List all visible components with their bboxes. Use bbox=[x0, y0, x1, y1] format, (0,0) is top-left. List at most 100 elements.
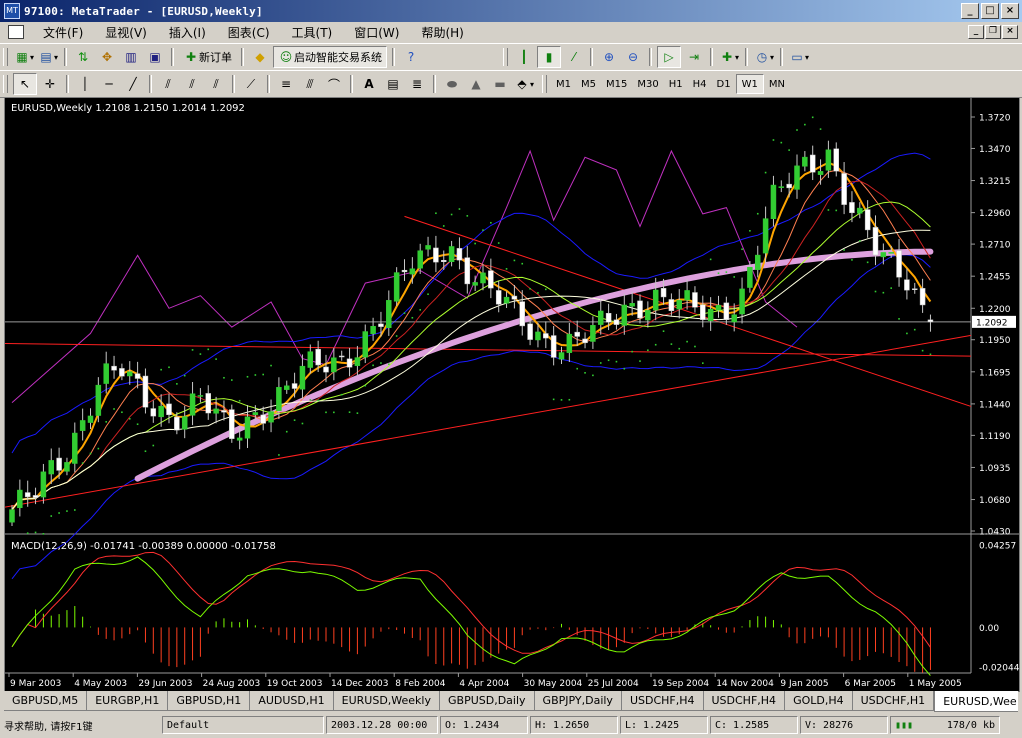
candle-body bbox=[464, 257, 471, 285]
toolbar-grip[interactable] bbox=[3, 75, 8, 93]
chart-tab[interactable]: GBPUSD,Daily bbox=[440, 691, 535, 711]
equidistant-channel-button[interactable]: ⫽ bbox=[157, 74, 179, 94]
arrows-button[interactable]: ⬘ ▾ bbox=[513, 74, 535, 94]
candle-body bbox=[495, 290, 502, 305]
new-order-button[interactable]: ✚ 新订单 bbox=[179, 47, 236, 67]
timeframe-h4[interactable]: H4 bbox=[688, 75, 712, 93]
timeframe-mn[interactable]: MN bbox=[764, 75, 790, 93]
psar-dot bbox=[521, 262, 524, 265]
toolbar-grip[interactable] bbox=[3, 48, 8, 66]
menu-file[interactable]: 文件(F) bbox=[32, 24, 94, 41]
navigator-button[interactable]: ✥ bbox=[96, 47, 118, 67]
document-icon[interactable] bbox=[8, 25, 24, 39]
templates-button[interactable]: ▭ ▾ bbox=[788, 47, 810, 67]
price-chart[interactable]: 1.3720 1.3470 1.3215 1.2960 1.2710 1.2455 1.22… bbox=[5, 98, 1019, 691]
candle-body bbox=[809, 154, 816, 173]
menu-chart[interactable]: 图表(C) bbox=[217, 24, 281, 41]
text-button[interactable]: A bbox=[358, 74, 380, 94]
psar-dot bbox=[686, 340, 688, 343]
toolbar-grip[interactable] bbox=[542, 75, 547, 93]
cursor-button[interactable]: ↖ bbox=[13, 73, 37, 95]
horizontal-line-button[interactable]: ─ bbox=[98, 74, 120, 94]
menu-tools[interactable]: 工具(T) bbox=[281, 24, 344, 41]
chart-tab[interactable]: GBPJPY,Daily bbox=[534, 691, 622, 711]
chart-window[interactable]: 1.3720 1.3470 1.3215 1.2960 1.2710 1.2455 1.22… bbox=[4, 97, 1020, 692]
mdi-minimize-button[interactable]: _ bbox=[968, 25, 984, 39]
chart-shift-button[interactable]: ⇥ bbox=[683, 47, 705, 67]
timeframe-m30[interactable]: M30 bbox=[632, 75, 663, 93]
metaeditor-button[interactable]: ◆ bbox=[249, 47, 271, 67]
psar-dot bbox=[66, 510, 68, 512]
line-chart-button[interactable]: ⁄ bbox=[563, 47, 585, 67]
crosshair-button[interactable]: ✛ bbox=[39, 74, 61, 94]
help-button[interactable]: ? bbox=[400, 47, 422, 67]
candle-body bbox=[64, 462, 70, 472]
timeframe-m5[interactable]: M5 bbox=[576, 75, 601, 93]
chart-header: EURUSD,Weekly 1.2108 1.2150 1.2014 1.209… bbox=[11, 103, 245, 114]
new-chart-button[interactable]: ▦ ▾ bbox=[13, 47, 35, 67]
chart-tab[interactable]: AUDUSD,H1 bbox=[250, 691, 334, 711]
chart-tab[interactable]: EURGBP,H1 bbox=[87, 691, 169, 711]
window-controls: _ □ × bbox=[961, 3, 1019, 19]
menu-help[interactable]: 帮助(H) bbox=[410, 24, 474, 41]
fibo-fan-button[interactable]: ⫻ bbox=[299, 74, 321, 94]
chart-tab[interactable]: EURUSD,Weekly bbox=[333, 691, 440, 711]
auto-scroll-button[interactable]: ▷ bbox=[657, 46, 681, 68]
chart-tab[interactable]: USDCHF,H4 bbox=[703, 691, 786, 711]
minimize-button[interactable]: _ bbox=[961, 3, 979, 19]
close-button[interactable]: × bbox=[1001, 3, 1019, 19]
navigator-icon: ✥ bbox=[101, 50, 113, 64]
profiles-button[interactable]: ▤ ▾ bbox=[37, 47, 59, 67]
stddev-channel-button[interactable]: ⫽ bbox=[181, 74, 203, 94]
status-high: H: 1.2650 bbox=[530, 716, 618, 734]
text-label-button[interactable]: ▤ bbox=[382, 74, 404, 94]
bar-chart-button[interactable]: ┃ bbox=[513, 47, 535, 67]
timeframe-m15[interactable]: M15 bbox=[601, 75, 632, 93]
trendline-button[interactable]: ╱ bbox=[122, 74, 144, 94]
data-window-button[interactable]: ▥ bbox=[120, 47, 142, 67]
timeframe-d1[interactable]: D1 bbox=[712, 75, 736, 93]
triangle-button[interactable]: ▲ bbox=[465, 74, 487, 94]
regression-channel-button[interactable]: ⫽ bbox=[205, 74, 227, 94]
indicators-button[interactable]: ✚ ▾ bbox=[718, 47, 740, 67]
candle-body bbox=[770, 184, 777, 220]
chart-tab[interactable]: GBPUSD,H1 bbox=[168, 691, 251, 711]
maximize-button[interactable]: □ bbox=[981, 3, 999, 19]
fibo-expansion-button[interactable]: ≣ bbox=[406, 74, 428, 94]
chart-tab[interactable]: USDCHF,H1 bbox=[852, 691, 935, 711]
toolbar-grip[interactable] bbox=[503, 48, 508, 66]
date-label: 19 Sep 2004 bbox=[652, 679, 709, 689]
zoom-in-button[interactable]: ⊕ bbox=[598, 47, 620, 67]
timeframe-m1[interactable]: M1 bbox=[551, 75, 576, 93]
ellipse-button[interactable]: ⬬ bbox=[441, 74, 463, 94]
menu-view[interactable]: 显视(V) bbox=[94, 24, 158, 41]
mdi-restore-button[interactable]: ❐ bbox=[985, 25, 1001, 39]
zoom-out-button[interactable]: ⊖ bbox=[622, 47, 644, 67]
fibo-retracement-button[interactable]: ≡ bbox=[275, 74, 297, 94]
menu-insert[interactable]: 插入(I) bbox=[158, 24, 217, 41]
candle-body bbox=[268, 411, 274, 423]
expert-advisors-button[interactable]: ☺ 启动智能交易系统 bbox=[273, 46, 387, 68]
menu-window[interactable]: 窗口(W) bbox=[343, 24, 410, 41]
vertical-line-button[interactable]: │ bbox=[74, 74, 96, 94]
chart-tab[interactable]: GOLD,H4 bbox=[785, 691, 853, 711]
chart-tab[interactable]: GBPUSD,M5 bbox=[4, 691, 88, 711]
chart-tab[interactable]: EURUSD,Wee bbox=[934, 691, 1018, 712]
candlestick-button[interactable]: ▮ bbox=[537, 46, 561, 68]
psar-dot bbox=[419, 309, 421, 311]
psar-dot bbox=[717, 272, 720, 275]
market-watch-button[interactable]: ⇅ bbox=[72, 47, 94, 67]
mdi-close-button[interactable]: × bbox=[1002, 25, 1018, 39]
periods-button[interactable]: ◷ ▾ bbox=[753, 47, 775, 67]
terminal-button[interactable]: ▣ bbox=[144, 47, 166, 67]
candle-body bbox=[142, 375, 149, 408]
ellipse-icon: ⬬ bbox=[446, 76, 458, 91]
rectangle-button[interactable]: ▬ bbox=[489, 74, 511, 94]
fibo-arcs-button[interactable]: ⌒ bbox=[323, 74, 345, 94]
chart-tab[interactable]: USDCHF,H4 bbox=[621, 691, 704, 711]
timeframe-w1[interactable]: W1 bbox=[735, 74, 764, 94]
psar-dot bbox=[702, 362, 704, 364]
gann-line-button[interactable]: ⟋ bbox=[240, 74, 262, 94]
psar-dot bbox=[874, 290, 877, 293]
timeframe-h1[interactable]: H1 bbox=[664, 75, 688, 93]
